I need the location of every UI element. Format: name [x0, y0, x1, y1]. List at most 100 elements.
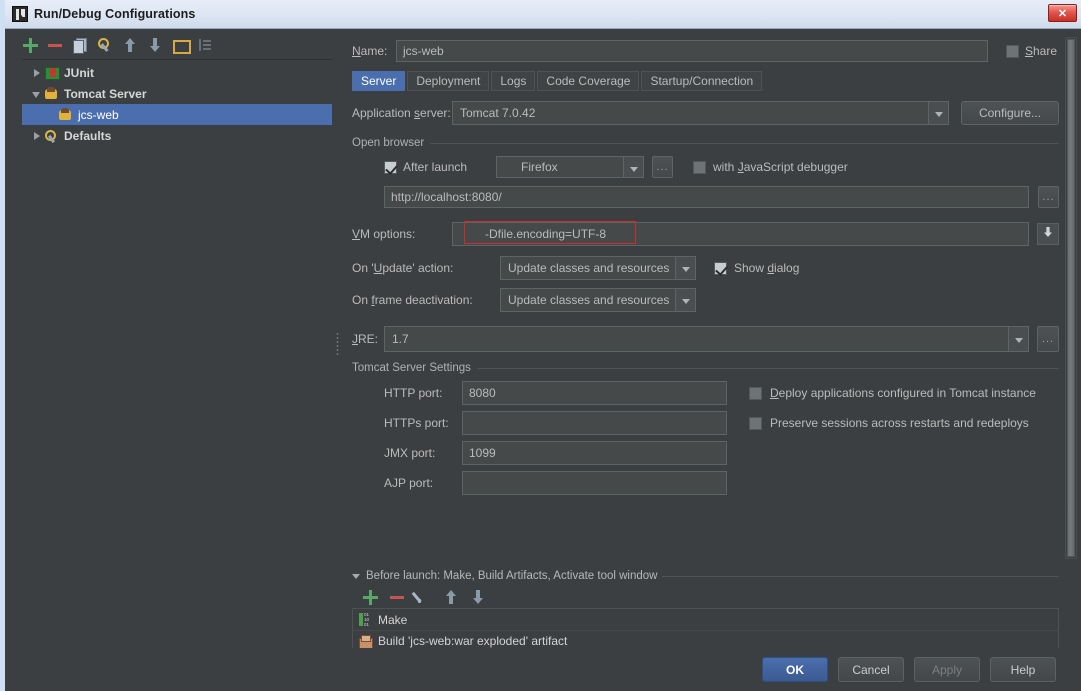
make-icon	[358, 612, 372, 627]
deploy-applications-checkbox-box[interactable]	[749, 386, 762, 400]
tree-item-junit[interactable]: JUnit	[22, 62, 332, 83]
before-launch-title: Before launch: Make, Build Artifacts, Ac…	[366, 570, 658, 582]
expand-editor-icon[interactable]	[1037, 223, 1059, 245]
tomcat-settings-group-label: Tomcat Server Settings	[352, 362, 471, 374]
chevron-right-icon[interactable]	[30, 66, 44, 80]
minus-icon[interactable]	[47, 37, 63, 53]
tree-item-jcs-web[interactable]: jcs-web	[22, 104, 332, 125]
chevron-down-icon[interactable]	[1008, 327, 1028, 351]
name-label: Name:	[352, 44, 388, 58]
jre-select[interactable]: 1.7	[384, 326, 1029, 352]
tab-server[interactable]: Server	[352, 71, 406, 91]
arrow-up-icon[interactable]	[122, 37, 138, 53]
url-browse-button[interactable]: ...	[1038, 186, 1059, 208]
https-port-row: HTTPs port: Preserve sessions across res…	[352, 411, 1059, 435]
preserve-sessions-checkbox-box[interactable]	[749, 416, 762, 430]
close-icon[interactable]: ✕	[1048, 4, 1077, 22]
tab-code-coverage[interactable]: Code Coverage	[537, 71, 640, 91]
chevron-down-icon[interactable]	[675, 257, 695, 279]
chevron-down-icon[interactable]	[675, 289, 695, 311]
http-port-input[interactable]: 8080	[462, 381, 727, 405]
tree-item-label: JUnit	[64, 65, 94, 80]
plus-icon[interactable]	[362, 589, 378, 605]
minus-icon[interactable]	[389, 589, 405, 605]
list-item[interactable]: Make	[353, 609, 1058, 630]
cancel-button[interactable]: Cancel	[838, 657, 904, 682]
editor-scrollbar-thumb[interactable]	[1067, 39, 1075, 557]
ok-button[interactable]: OK	[762, 657, 828, 682]
pencil-icon[interactable]	[416, 589, 432, 605]
after-launch-checkbox[interactable]: After launch	[384, 160, 496, 174]
jre-browse-button[interactable]: ...	[1037, 326, 1059, 352]
on-update-select[interactable]: Update classes and resources	[500, 256, 696, 280]
group-divider	[430, 142, 1059, 144]
vm-options-row: VM options: -Dfile.encoding=UTF-8	[352, 221, 1059, 246]
js-debugger-checkbox[interactable]: with JavaScript debugger	[693, 160, 848, 174]
plus-icon[interactable]	[22, 37, 38, 53]
ajp-port-input[interactable]	[462, 471, 727, 495]
browser-value-text: Firefox	[521, 160, 558, 174]
arrow-up-icon[interactable]	[443, 589, 459, 605]
before-launch-header[interactable]: Before launch: Make, Build Artifacts, Ac…	[352, 570, 1059, 582]
tomcat-settings-group: Tomcat Server Settings HTTP port: 8080 D…	[352, 362, 1059, 495]
folder-icon[interactable]	[172, 37, 191, 54]
browser-settings-button[interactable]: ...	[652, 156, 673, 178]
panel-splitter[interactable]	[333, 32, 342, 648]
share-checkbox-box[interactable]	[1005, 44, 1019, 58]
on-frame-deactivation-row: On frame deactivation: Update classes an…	[352, 288, 1059, 312]
jre-row: JRE: 1.7 ...	[352, 326, 1059, 352]
tree-item-tomcat-server[interactable]: Tomcat Server	[22, 83, 332, 104]
https-port-input[interactable]	[462, 411, 727, 435]
name-input[interactable]: jcs-web	[396, 40, 988, 62]
editor-tabs[interactable]: Server Deployment Logs Code Coverage Sta…	[352, 71, 1059, 91]
tab-logs[interactable]: Logs	[491, 71, 536, 91]
after-launch-checkbox-box[interactable]	[384, 160, 397, 174]
tree-item-defaults[interactable]: Defaults	[22, 125, 332, 146]
configuration-editor-panel: Name: jcs-web Share Server Deployment Lo…	[342, 32, 1081, 648]
tab-deployment[interactable]: Deployment	[407, 71, 490, 91]
preserve-sessions-checkbox[interactable]: Preserve sessions across restarts and re…	[749, 416, 1029, 430]
open-browser-group: Open browser After launch Firefox ... wi…	[352, 137, 1059, 208]
before-launch-list[interactable]: Make Build 'jcs-web:war exploded' artifa…	[352, 608, 1059, 648]
list-item[interactable]: Build 'jcs-web:war exploded' artifact	[353, 630, 1058, 648]
apply-button[interactable]: Apply	[914, 657, 980, 682]
editor-scrollbar[interactable]	[1065, 37, 1077, 559]
url-input[interactable]: http://localhost:8080/	[384, 186, 1029, 208]
show-dialog-checkbox[interactable]: Show dialog	[714, 261, 799, 275]
share-checkbox[interactable]: Share	[1005, 44, 1057, 58]
jmx-port-input[interactable]: 1099	[462, 441, 727, 465]
wrench-icon[interactable]	[97, 37, 113, 53]
tomcat-icon	[58, 107, 74, 122]
show-dialog-checkbox-box[interactable]	[714, 261, 727, 275]
junit-icon	[44, 66, 60, 80]
help-button[interactable]: Help	[990, 657, 1056, 682]
ajp-port-row: AJP port:	[352, 471, 1059, 495]
sort-icon[interactable]	[197, 37, 213, 53]
chevron-down-icon[interactable]	[928, 102, 948, 124]
tree-item-label: Tomcat Server	[64, 86, 147, 101]
tab-startup-connection[interactable]: Startup/Connection	[641, 71, 763, 91]
deploy-applications-checkbox[interactable]: Deploy applications configured in Tomcat…	[749, 386, 1036, 400]
deploy-applications-label: Deploy applications configured in Tomcat…	[770, 386, 1036, 400]
js-debugger-checkbox-box[interactable]	[693, 160, 706, 174]
application-server-select[interactable]: Tomcat 7.0.42	[452, 101, 949, 125]
preserve-sessions-label: Preserve sessions across restarts and re…	[770, 416, 1029, 430]
browser-select[interactable]: Firefox	[496, 156, 644, 178]
configurations-panel: JUnit Tomcat Server jcs-web Defaults	[10, 32, 333, 648]
chevron-down-icon[interactable]	[352, 573, 360, 579]
tomcat-icon	[44, 86, 60, 101]
splitter-handle-icon[interactable]	[336, 332, 339, 356]
vm-options-input[interactable]: -Dfile.encoding=UTF-8	[452, 222, 1029, 246]
copy-icon[interactable]	[72, 37, 88, 54]
arrow-down-icon[interactable]	[147, 37, 163, 53]
chevron-right-icon[interactable]	[30, 129, 44, 143]
artifact-icon	[358, 634, 373, 648]
configure-button[interactable]: Configure...	[961, 101, 1059, 125]
arrow-down-icon[interactable]	[470, 589, 486, 605]
tomcat-settings-group-title: Tomcat Server Settings	[352, 362, 1059, 374]
chevron-down-icon[interactable]	[623, 157, 643, 177]
configurations-tree[interactable]: JUnit Tomcat Server jcs-web Defaults	[22, 59, 332, 648]
url-row: http://localhost:8080/ ...	[352, 186, 1059, 208]
chevron-down-icon[interactable]	[30, 87, 44, 101]
on-frame-deactivation-select[interactable]: Update classes and resources	[500, 288, 696, 312]
